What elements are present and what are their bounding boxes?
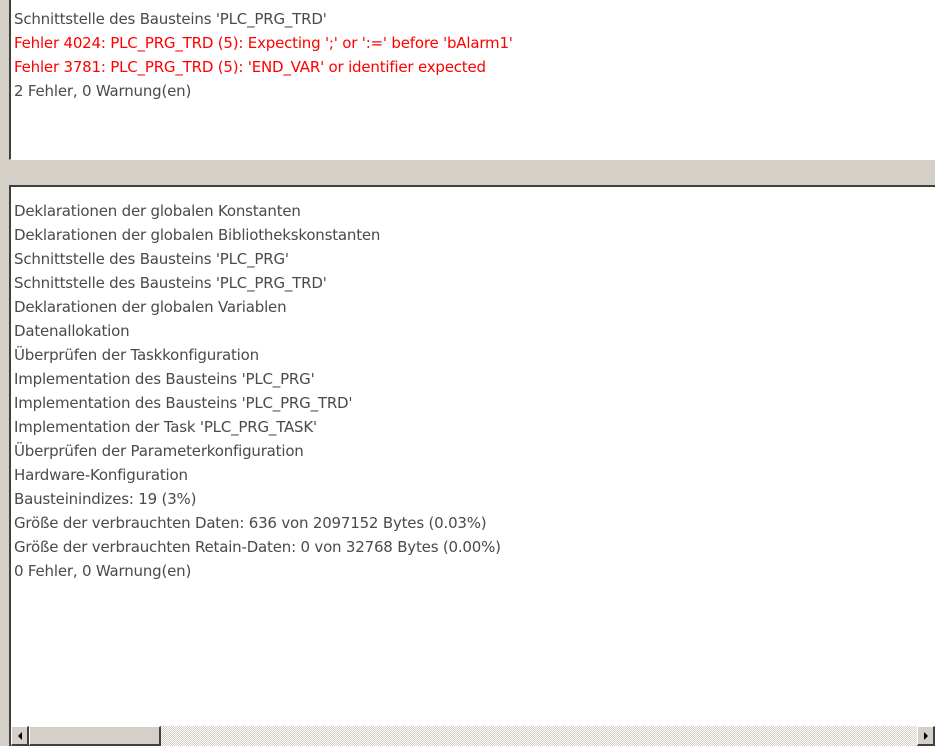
- message-line[interactable]: Größe der verbrauchten Retain-Daten: 0 v…: [14, 535, 935, 559]
- scroll-left-button[interactable]: [11, 726, 29, 746]
- message-line[interactable]: Deklarationen der globalen Bibliotheksko…: [14, 223, 935, 247]
- message-line[interactable]: Größe der verbrauchten Daten: 636 von 20…: [14, 511, 935, 535]
- message-window-top[interactable]: Schnittstelle des Bausteins 'PLC_PRG_TRD…: [9, 0, 935, 160]
- message-line[interactable]: Implementation des Bausteins 'PLC_PRG': [14, 367, 935, 391]
- message-line[interactable]: Bausteinindizes: 19 (3%): [14, 487, 935, 511]
- message-line[interactable]: Schnittstelle des Bausteins 'PLC_PRG': [14, 247, 935, 271]
- message-line[interactable]: Überprüfen der Parameterkonfiguration: [14, 439, 935, 463]
- error-message-line[interactable]: Fehler 3781: PLC_PRG_TRD (5): 'END_VAR' …: [14, 55, 934, 79]
- message-line[interactable]: Hardware-Konfiguration: [14, 463, 935, 487]
- summary-line[interactable]: 2 Fehler, 0 Warnung(en): [14, 79, 934, 103]
- scroll-right-button[interactable]: [917, 726, 935, 746]
- message-list-bottom: Deklarationen der globalen Konstanten De…: [14, 199, 935, 583]
- scroll-thumb[interactable]: [29, 726, 161, 746]
- message-line[interactable]: Implementation der Task 'PLC_PRG_TASK': [14, 415, 935, 439]
- message-list-top: Schnittstelle des Bausteins 'PLC_PRG_TRD…: [14, 7, 934, 103]
- horizontal-scrollbar[interactable]: [11, 726, 935, 746]
- summary-line[interactable]: 0 Fehler, 0 Warnung(en): [14, 559, 935, 583]
- message-line[interactable]: Deklarationen der globalen Konstanten: [14, 199, 935, 223]
- scroll-left-arrow-icon: [17, 731, 22, 740]
- message-line[interactable]: Überprüfen der Taskkonfiguration: [14, 343, 935, 367]
- message-window-bottom[interactable]: Deklarationen der globalen Konstanten De…: [9, 185, 935, 746]
- message-line[interactable]: Implementation des Bausteins 'PLC_PRG_TR…: [14, 391, 935, 415]
- message-line[interactable]: Datenallokation: [14, 319, 935, 343]
- message-line[interactable]: Schnittstelle des Bausteins 'PLC_PRG_TRD…: [14, 271, 935, 295]
- error-message-line[interactable]: Fehler 4024: PLC_PRG_TRD (5): Expecting …: [14, 31, 934, 55]
- message-line[interactable]: Deklarationen der globalen Variablen: [14, 295, 935, 319]
- scroll-right-arrow-icon: [923, 731, 928, 740]
- message-line[interactable]: Schnittstelle des Bausteins 'PLC_PRG_TRD…: [14, 7, 934, 31]
